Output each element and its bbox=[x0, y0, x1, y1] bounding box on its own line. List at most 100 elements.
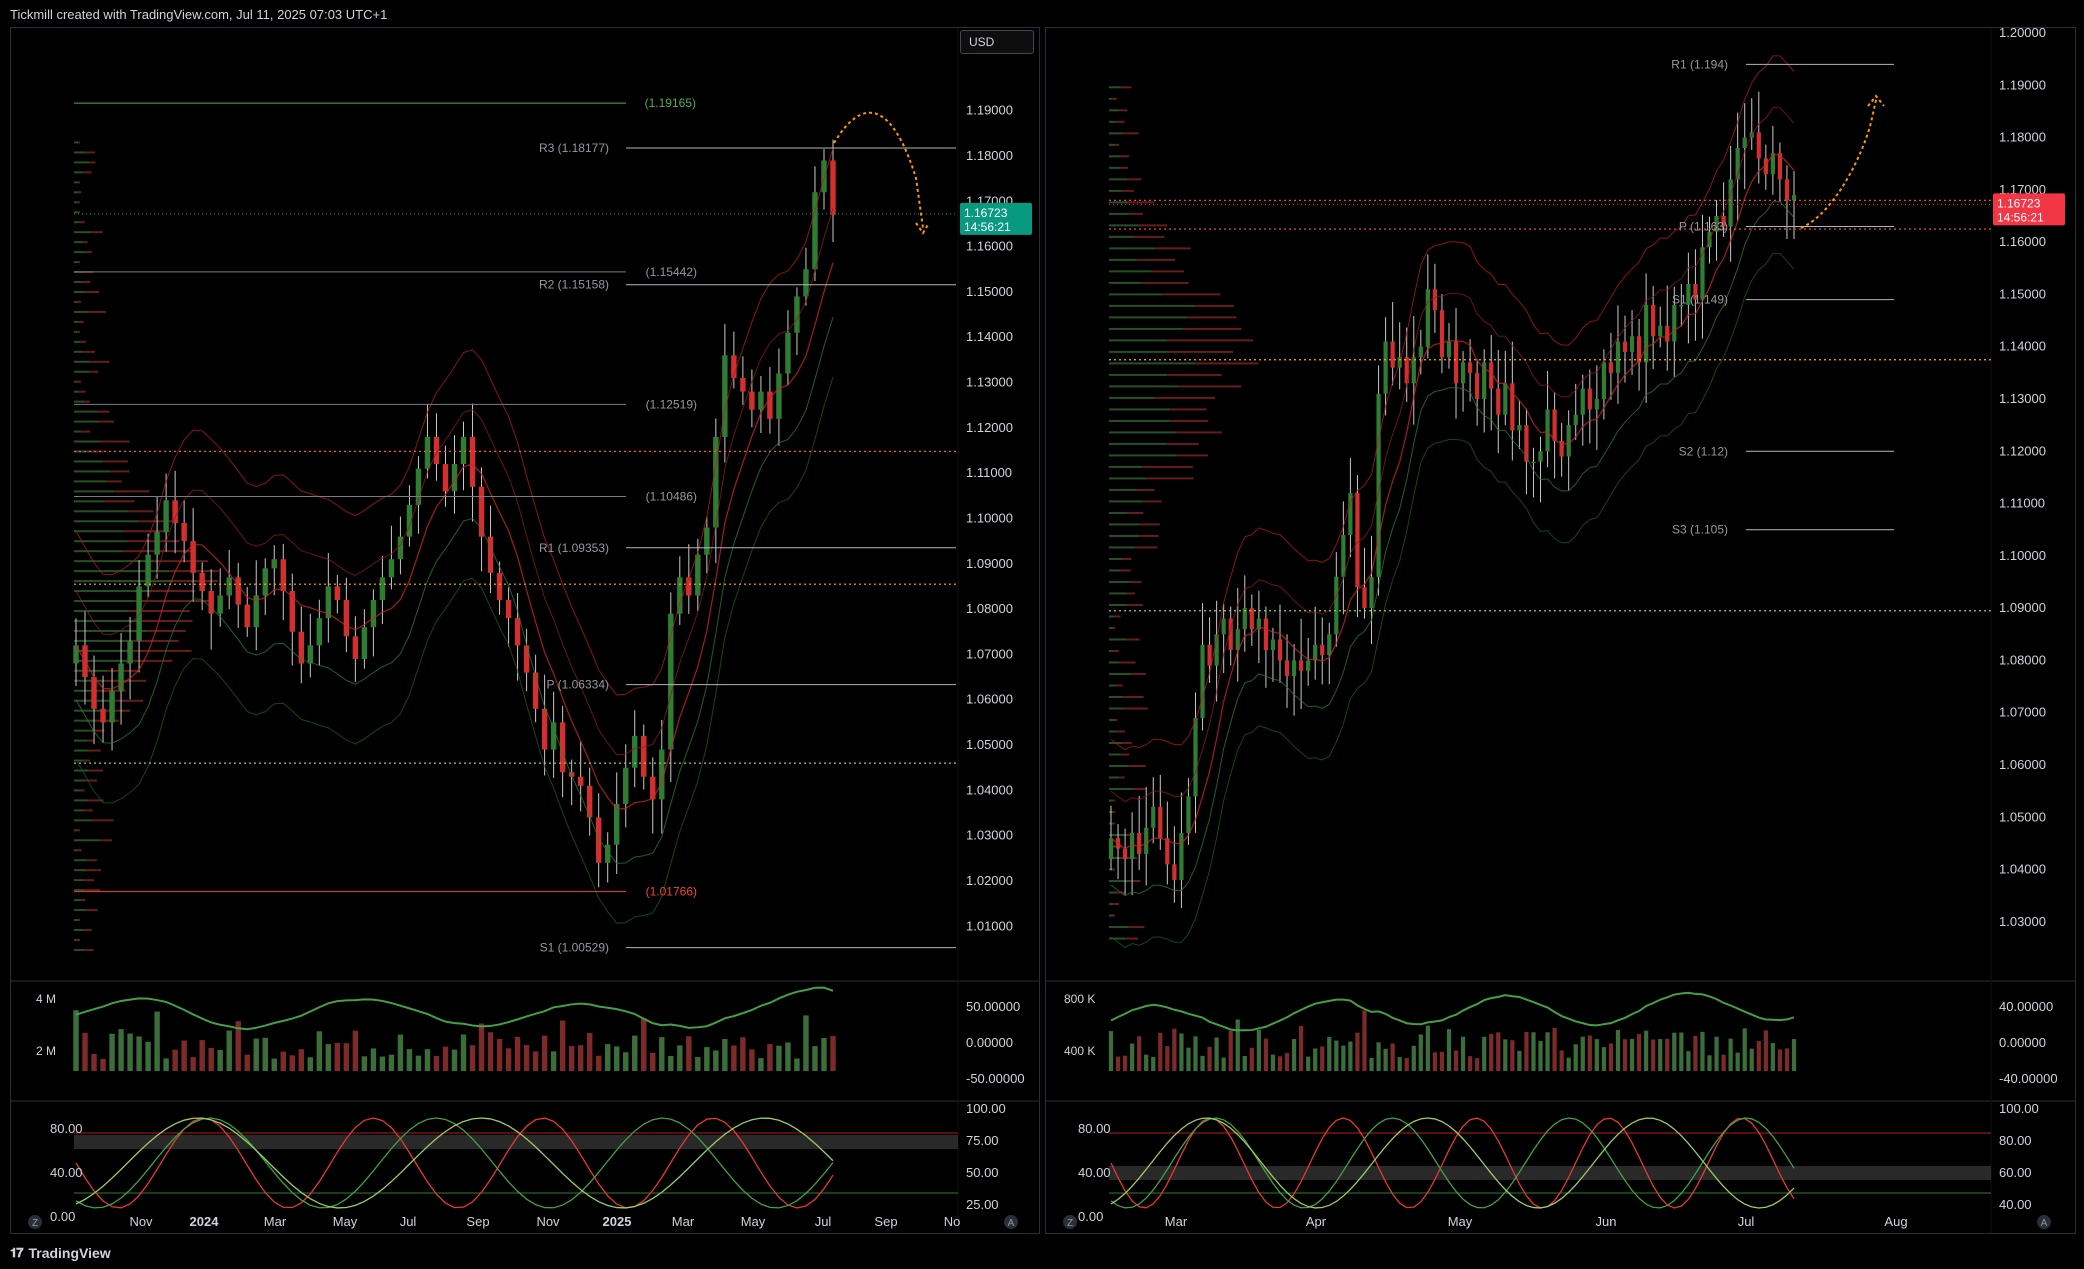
stoch-line bbox=[1110, 1117, 1795, 1209]
volume-profile-bar bbox=[1109, 155, 1120, 158]
volume-bar bbox=[1404, 1057, 1409, 1071]
volume-profile-bar bbox=[1109, 385, 1178, 388]
volume-bar bbox=[1700, 1031, 1705, 1071]
volume-bar bbox=[415, 1055, 422, 1071]
volume-profile-bar bbox=[1109, 695, 1124, 698]
volume-profile-bar bbox=[1130, 672, 1146, 675]
volume-profile-bar bbox=[1121, 741, 1133, 744]
volume-profile-bar bbox=[83, 759, 90, 762]
candle-body bbox=[136, 586, 142, 641]
price-axis-label: 1.14000 bbox=[966, 329, 1013, 344]
volume-bar bbox=[1299, 1025, 1304, 1071]
volume-profile-bar bbox=[1118, 776, 1125, 779]
currency-selector[interactable]: USD bbox=[960, 30, 1034, 54]
volume-profile-bar bbox=[79, 221, 85, 224]
left-chart-svg[interactable]: 1.190001.180001.170001.160001.150001.140… bbox=[11, 28, 1039, 1233]
volume-bar bbox=[271, 1058, 277, 1071]
volume-profile-bar bbox=[86, 869, 102, 872]
volume-bar bbox=[586, 1033, 593, 1071]
candle-body bbox=[109, 690, 115, 723]
candle-body bbox=[127, 640, 133, 664]
volume-bar bbox=[325, 1044, 332, 1071]
volume-bar bbox=[343, 1043, 350, 1071]
volume-bar bbox=[1552, 1027, 1557, 1071]
volume-bar bbox=[1108, 1031, 1114, 1071]
price-axis-label: 1.15000 bbox=[1999, 286, 2046, 301]
volume-profile-bar bbox=[1139, 534, 1159, 537]
volume-profile-bar bbox=[1109, 903, 1114, 906]
volume-bar bbox=[1665, 1038, 1670, 1071]
stoch-axis-left-label: 0.00 bbox=[1078, 1209, 1103, 1224]
oscillator-axis-label: -40.00000 bbox=[1999, 1071, 2058, 1086]
volume-profile-bar bbox=[74, 500, 105, 503]
left-chart-panel[interactable]: 1.19000 1.18000 1.17000 1.16000 1.15000 1.140… bbox=[10, 27, 1040, 1234]
volume-profile-bar bbox=[74, 789, 82, 792]
price-axis-label: 1.05000 bbox=[1999, 809, 2046, 824]
volume-profile-bar bbox=[74, 909, 87, 912]
volume-bar bbox=[1587, 1035, 1592, 1071]
volume-profile-bar bbox=[76, 300, 81, 303]
volume-profile-bar bbox=[74, 281, 82, 284]
volume-profile-bar bbox=[150, 590, 195, 593]
volume-profile-bar bbox=[1109, 224, 1139, 227]
right-chart-svg[interactable]: 1.200001.190001.180001.170001.160001.150… bbox=[1046, 25, 2075, 1233]
candle-body bbox=[352, 636, 359, 659]
volume-bar bbox=[1277, 1056, 1283, 1071]
volume-profile-bar bbox=[74, 948, 86, 951]
volume-profile-bar bbox=[1126, 592, 1135, 595]
candle-body bbox=[505, 600, 512, 619]
volume-bar bbox=[659, 1037, 665, 1071]
volume-bar bbox=[803, 1015, 809, 1071]
time-axis-label: Sep bbox=[874, 1214, 897, 1229]
candle-body bbox=[1341, 534, 1346, 577]
price-axis-label: 1.13000 bbox=[1999, 391, 2046, 406]
volume-profile-bar bbox=[1109, 304, 1195, 307]
volume-profile-bar bbox=[74, 639, 132, 642]
volume-profile-bar bbox=[74, 510, 129, 513]
time-axis-label: Nov bbox=[536, 1214, 560, 1229]
volume-profile-bar bbox=[74, 709, 104, 712]
volume-profile-bar bbox=[1109, 523, 1140, 526]
candle-body bbox=[1383, 341, 1388, 394]
volume-bar bbox=[379, 1056, 386, 1071]
volume-profile-bar bbox=[1128, 212, 1143, 215]
volume-profile-bar bbox=[1113, 903, 1120, 906]
price-axis-label: 1.04000 bbox=[966, 782, 1013, 797]
volume-profile-bar bbox=[81, 430, 91, 433]
volume-profile-bar bbox=[1109, 419, 1171, 422]
candle-body bbox=[1601, 362, 1606, 399]
volume-bar bbox=[91, 1053, 97, 1071]
volume-profile-bar bbox=[1109, 465, 1143, 468]
volume-bar bbox=[559, 1020, 566, 1071]
volume-profile-bar bbox=[74, 340, 81, 343]
candle-body bbox=[704, 527, 710, 555]
time-axis-label: Mar bbox=[1165, 1214, 1188, 1229]
price-axis-label: 1.10000 bbox=[1999, 548, 2046, 563]
volume-profile-bar bbox=[85, 948, 94, 951]
volume-profile-bar bbox=[1109, 235, 1134, 238]
stoch-band bbox=[74, 1135, 958, 1149]
volume-bar bbox=[1334, 1040, 1339, 1071]
volume-profile-bar bbox=[81, 789, 85, 792]
candle-body bbox=[244, 604, 250, 628]
stoch-axis-left-label: 40.00 bbox=[1078, 1165, 1111, 1180]
volume-profile-bar bbox=[74, 749, 88, 752]
volume-bar bbox=[758, 1058, 764, 1071]
volume-profile-bar bbox=[1115, 120, 1125, 123]
volume-profile-bar bbox=[1109, 442, 1167, 445]
volume-bar bbox=[776, 1045, 782, 1071]
volume-bar bbox=[1644, 1030, 1649, 1071]
volume-profile-bar bbox=[1109, 477, 1147, 480]
candle-body bbox=[1207, 644, 1212, 666]
candle-body bbox=[550, 722, 557, 750]
volume-profile-bar bbox=[104, 500, 135, 503]
volume-profile-bar bbox=[1183, 327, 1242, 330]
candle-body bbox=[100, 708, 106, 723]
volume-profile-bar bbox=[74, 869, 87, 872]
candle-body bbox=[785, 332, 791, 374]
volume-bar bbox=[163, 1058, 169, 1071]
volume-profile-bar bbox=[74, 191, 78, 194]
right-chart-panel[interactable]: 1.20000 1.19000 1.18000 1.17000 1.16000 1.150… bbox=[1045, 25, 2076, 1234]
volume-bar bbox=[1453, 1050, 1459, 1071]
volume-bar bbox=[1130, 1043, 1135, 1071]
